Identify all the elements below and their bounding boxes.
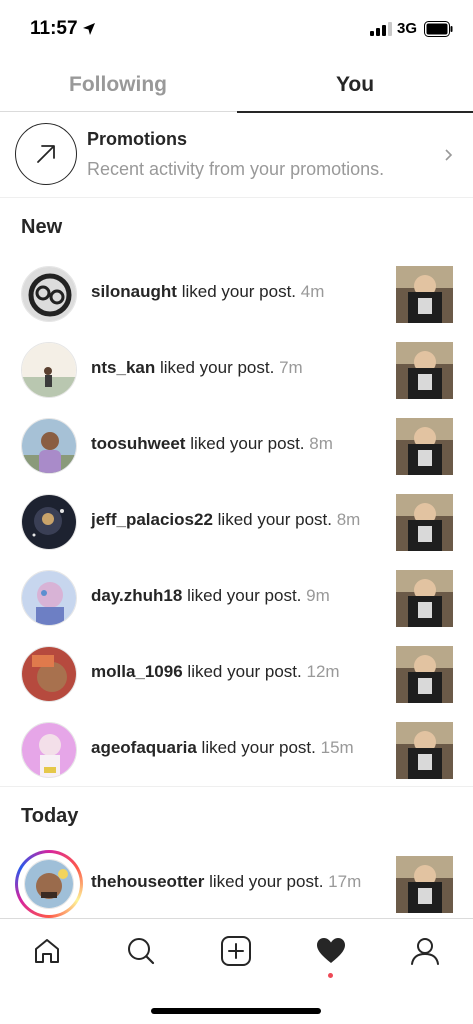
profile-icon[interactable]: [405, 931, 445, 971]
activity-time: 12m: [306, 662, 340, 681]
activity-time: 4m: [300, 282, 325, 301]
activity-time: 8m: [309, 434, 333, 453]
activity-action: liked your post.: [159, 358, 275, 377]
status-time: 11:57: [30, 18, 78, 39]
activity-action: liked your post.: [181, 282, 297, 301]
activity-row[interactable]: silonaught liked your post. 4m: [0, 256, 473, 332]
activity-row[interactable]: toosuhweet liked your post. 8m: [0, 408, 473, 484]
post-thumbnail[interactable]: [396, 570, 453, 627]
avatar[interactable]: [21, 266, 77, 322]
home-indicator[interactable]: [151, 1008, 321, 1014]
activity-row[interactable]: thehouseotter liked your post. 17m: [0, 846, 473, 922]
activity-time: 9m: [306, 586, 330, 605]
promotions-subtitle: Recent activity from your promotions.: [87, 159, 385, 179]
post-thumbnail[interactable]: [396, 494, 453, 551]
username[interactable]: molla_1096: [91, 662, 183, 681]
section-new-title: New: [21, 216, 63, 238]
activity-action: liked your post.: [209, 872, 324, 891]
home-icon[interactable]: [27, 931, 67, 971]
tab-following[interactable]: Following: [0, 58, 236, 112]
username[interactable]: thehouseotter: [91, 872, 204, 891]
avatar[interactable]: [21, 342, 77, 398]
search-icon[interactable]: [121, 931, 161, 971]
username[interactable]: silonaught: [91, 282, 177, 301]
chevron-right-icon: [445, 149, 453, 161]
bottom-nav: [0, 918, 473, 1024]
battery-icon: [424, 21, 453, 37]
activity-row[interactable]: ageofaquaria liked your post. 15m: [0, 712, 473, 788]
username[interactable]: jeff_palacios22: [91, 510, 213, 529]
username[interactable]: toosuhweet: [91, 434, 185, 453]
activity-row[interactable]: jeff_palacios22 liked your post. 8m: [0, 484, 473, 560]
activity-text: ageofaquaria liked your post. 15m: [91, 738, 354, 758]
activity-time: 7m: [279, 358, 303, 377]
activity-action: liked your post.: [187, 586, 302, 605]
activity-tabs: Following You: [0, 58, 473, 113]
tab-you[interactable]: You: [237, 58, 473, 113]
avatar[interactable]: [21, 494, 77, 550]
status-bar: 11:57 3G: [0, 0, 473, 58]
activity-row[interactable]: day.zhuh18 liked your post. 9m: [0, 560, 473, 636]
activity-row[interactable]: molla_1096 liked your post. 12m: [0, 636, 473, 712]
activity-text: day.zhuh18 liked your post. 9m: [91, 586, 330, 606]
avatar[interactable]: [21, 722, 77, 778]
promotions-row[interactable]: Promotions Recent activity from your pro…: [0, 112, 473, 198]
post-thumbnail[interactable]: [396, 418, 453, 475]
section-divider: [0, 786, 473, 787]
activity-action: liked your post.: [201, 738, 316, 757]
network-label: 3G: [397, 20, 418, 37]
avatar[interactable]: [21, 418, 77, 474]
activity-text: thehouseotter liked your post. 17m: [91, 872, 361, 892]
location-arrow-icon: [83, 23, 95, 35]
signal-icon: [370, 22, 392, 36]
section-today-title: Today: [21, 805, 79, 827]
activity-text: toosuhweet liked your post. 8m: [91, 434, 333, 454]
post-thumbnail[interactable]: [396, 342, 453, 399]
activity-text: jeff_palacios22 liked your post. 8m: [91, 510, 360, 530]
post-thumbnail[interactable]: [396, 722, 453, 779]
activity-action: liked your post.: [190, 434, 305, 453]
promotions-title: Promotions: [87, 129, 188, 149]
username[interactable]: nts_kan: [91, 358, 155, 377]
activity-row[interactable]: nts_kan liked your post. 7m: [0, 332, 473, 408]
activity-text: nts_kan liked your post. 7m: [91, 358, 303, 378]
post-thumbnail[interactable]: [396, 646, 453, 703]
arrow-up-right-icon: [15, 123, 77, 185]
add-post-icon[interactable]: [216, 931, 256, 971]
avatar[interactable]: [21, 570, 77, 626]
username[interactable]: ageofaquaria: [91, 738, 197, 757]
activity-time: 15m: [320, 738, 354, 757]
post-thumbnail[interactable]: [396, 266, 453, 323]
heart-icon[interactable]: [311, 931, 351, 971]
activity-text: silonaught liked your post. 4m: [91, 282, 324, 302]
notification-dot: [328, 973, 333, 978]
activity-time: 17m: [328, 872, 362, 891]
username[interactable]: day.zhuh18: [91, 586, 182, 605]
avatar[interactable]: [24, 859, 74, 909]
activity-text: molla_1096 liked your post. 12m: [91, 662, 340, 682]
activity-action: liked your post.: [217, 510, 332, 529]
avatar[interactable]: [21, 646, 77, 702]
post-thumbnail[interactable]: [396, 856, 453, 913]
activity-action: liked your post.: [187, 662, 302, 681]
activity-time: 8m: [336, 510, 361, 529]
